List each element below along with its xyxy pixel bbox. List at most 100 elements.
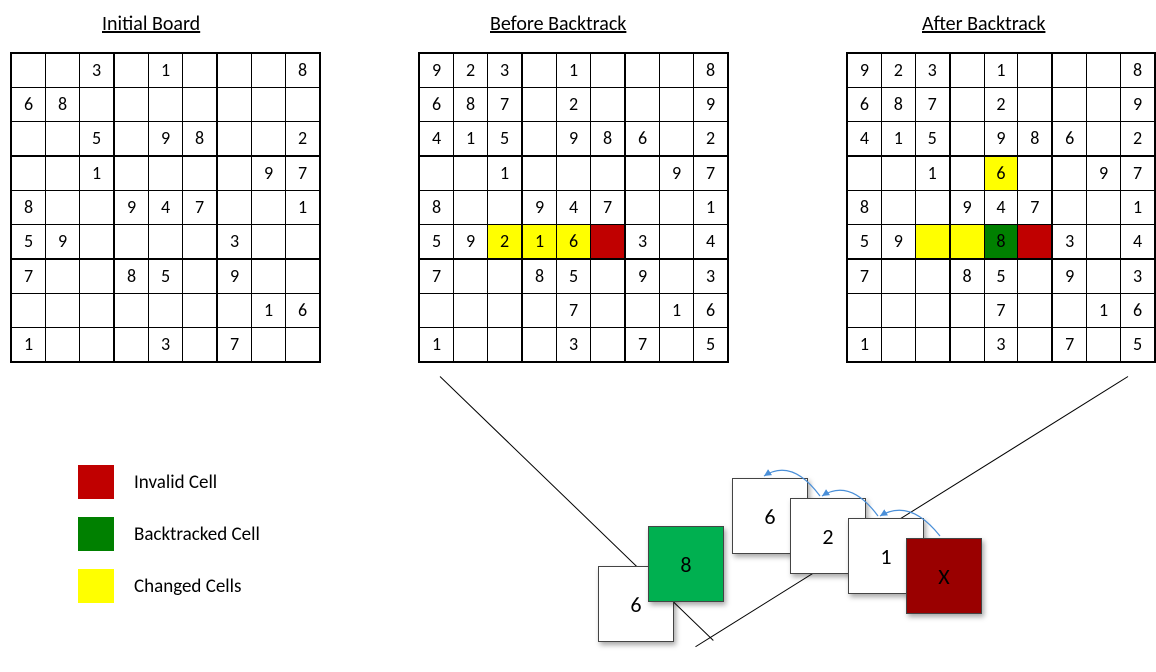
before-cell-5-8: 4: [694, 225, 729, 260]
after-cell-2-0: 4: [847, 122, 881, 157]
after-cell-7-6: [1052, 294, 1086, 328]
initial-cell-0-2: 3: [80, 53, 115, 88]
after-cell-6-5: [1018, 259, 1052, 294]
before-cell-7-3: [522, 294, 557, 328]
before-cell-0-4: 1: [557, 53, 591, 88]
after-cell-4-1: [881, 191, 915, 225]
before-cell-6-2: [488, 259, 523, 294]
after-cell-5-0: 5: [847, 225, 881, 260]
initial-cell-6-6: 9: [217, 259, 252, 294]
before-cell-7-8: 6: [694, 294, 729, 328]
after-cell-8-7: [1087, 328, 1121, 363]
after-cell-6-3: 8: [950, 259, 984, 294]
after-cell-3-6: [1052, 156, 1086, 191]
before-cell-6-5: [591, 259, 626, 294]
initial-cell-8-0: 1: [11, 328, 46, 363]
before-cell-1-8: 9: [694, 88, 729, 122]
before-cell-2-7: [660, 122, 694, 157]
after-cell-6-6: 9: [1052, 259, 1086, 294]
before-cell-5-1: 9: [454, 225, 488, 260]
before-cell-4-5: 7: [591, 191, 626, 225]
after-cell-7-1: [881, 294, 915, 328]
legend-row-invalid: Invalid Cell: [78, 465, 260, 499]
before-cell-3-1: [454, 156, 488, 191]
before-cell-7-0: [419, 294, 454, 328]
initial-cell-0-1: [46, 53, 80, 88]
before-cell-8-2: [488, 328, 523, 363]
stack-tile-2-label: 6: [764, 503, 775, 530]
after-cell-8-5: [1018, 328, 1052, 363]
initial-cell-1-8: [286, 88, 321, 122]
initial-cell-2-8: 2: [286, 122, 321, 157]
initial-cell-1-2: [80, 88, 115, 122]
after-cell-2-5: 8: [1018, 122, 1052, 157]
before-cell-3-2: 1: [488, 156, 523, 191]
after-cell-1-7: [1087, 88, 1121, 122]
after-cell-2-8: 2: [1121, 122, 1156, 157]
after-cell-8-6: 7: [1052, 328, 1086, 363]
after-cell-5-8: 4: [1121, 225, 1156, 260]
initial-cell-6-1: [46, 259, 80, 294]
before-cell-4-7: [660, 191, 694, 225]
after-cell-7-2: [915, 294, 949, 328]
legend-label-changed: Changed Cells: [134, 575, 241, 598]
initial-cell-4-2: [80, 191, 115, 225]
after-cell-3-0: [847, 156, 881, 191]
after-cell-8-1: [881, 328, 915, 363]
after-cell-1-8: 9: [1121, 88, 1156, 122]
legend: Invalid Cell Backtracked Cell Changed Ce…: [78, 465, 260, 621]
after-cell-5-6: 3: [1052, 225, 1086, 260]
before-cell-0-5: [591, 53, 626, 88]
stack-tile-4-label: 1: [880, 543, 891, 570]
swatch-backtracked: [78, 517, 114, 551]
initial-cell-0-5: [183, 53, 218, 88]
board-after: 9231868729415986216978947159834785937161…: [846, 52, 1156, 363]
after-cell-1-0: 6: [847, 88, 881, 122]
stack-tile-1-label: 8: [680, 551, 691, 578]
before-cell-6-1: [454, 259, 488, 294]
before-cell-0-8: 8: [694, 53, 729, 88]
after-cell-3-7: 9: [1087, 156, 1121, 191]
initial-cell-8-7: [252, 328, 286, 363]
after-cell-0-8: 8: [1121, 53, 1156, 88]
initial-cell-8-2: [80, 328, 115, 363]
initial-cell-1-4: [149, 88, 183, 122]
after-cell-5-3: [950, 225, 984, 260]
initial-cell-5-2: [80, 225, 115, 260]
before-cell-1-1: 8: [454, 88, 488, 122]
initial-cell-7-7: 1: [252, 294, 286, 328]
before-cell-8-0: 1: [419, 328, 454, 363]
after-cell-4-2: [915, 191, 949, 225]
before-cell-8-4: 3: [557, 328, 591, 363]
before-cell-5-6: 3: [625, 225, 660, 260]
after-cell-3-8: 7: [1121, 156, 1156, 191]
before-cell-0-0: 9: [419, 53, 454, 88]
before-cell-6-8: 3: [694, 259, 729, 294]
initial-cell-6-0: 7: [11, 259, 46, 294]
initial-cell-8-4: 3: [149, 328, 183, 363]
initial-cell-0-3: [114, 53, 149, 88]
initial-cell-7-1: [46, 294, 80, 328]
before-cell-1-7: [660, 88, 694, 122]
initial-cell-6-5: [183, 259, 218, 294]
legend-row-backtracked: Backtracked Cell: [78, 517, 260, 551]
before-cell-7-1: [454, 294, 488, 328]
initial-cell-1-6: [217, 88, 252, 122]
after-cell-1-1: 8: [881, 88, 915, 122]
initial-cell-1-0: 6: [11, 88, 46, 122]
before-cell-2-4: 9: [557, 122, 591, 157]
stack-tile-5-label: X: [938, 563, 949, 590]
after-cell-6-0: 7: [847, 259, 881, 294]
before-cell-8-5: [591, 328, 626, 363]
initial-cell-7-6: [217, 294, 252, 328]
initial-cell-5-1: 9: [46, 225, 80, 260]
after-cell-0-6: [1052, 53, 1086, 88]
after-cell-1-4: 2: [984, 88, 1018, 122]
stack-tile-1-green: 8: [648, 526, 724, 602]
initial-cell-2-4: 9: [149, 122, 183, 157]
initial-cell-5-6: 3: [217, 225, 252, 260]
before-cell-6-4: 5: [557, 259, 591, 294]
initial-cell-4-5: 7: [183, 191, 218, 225]
after-cell-7-5: [1018, 294, 1052, 328]
before-cell-6-7: [660, 259, 694, 294]
